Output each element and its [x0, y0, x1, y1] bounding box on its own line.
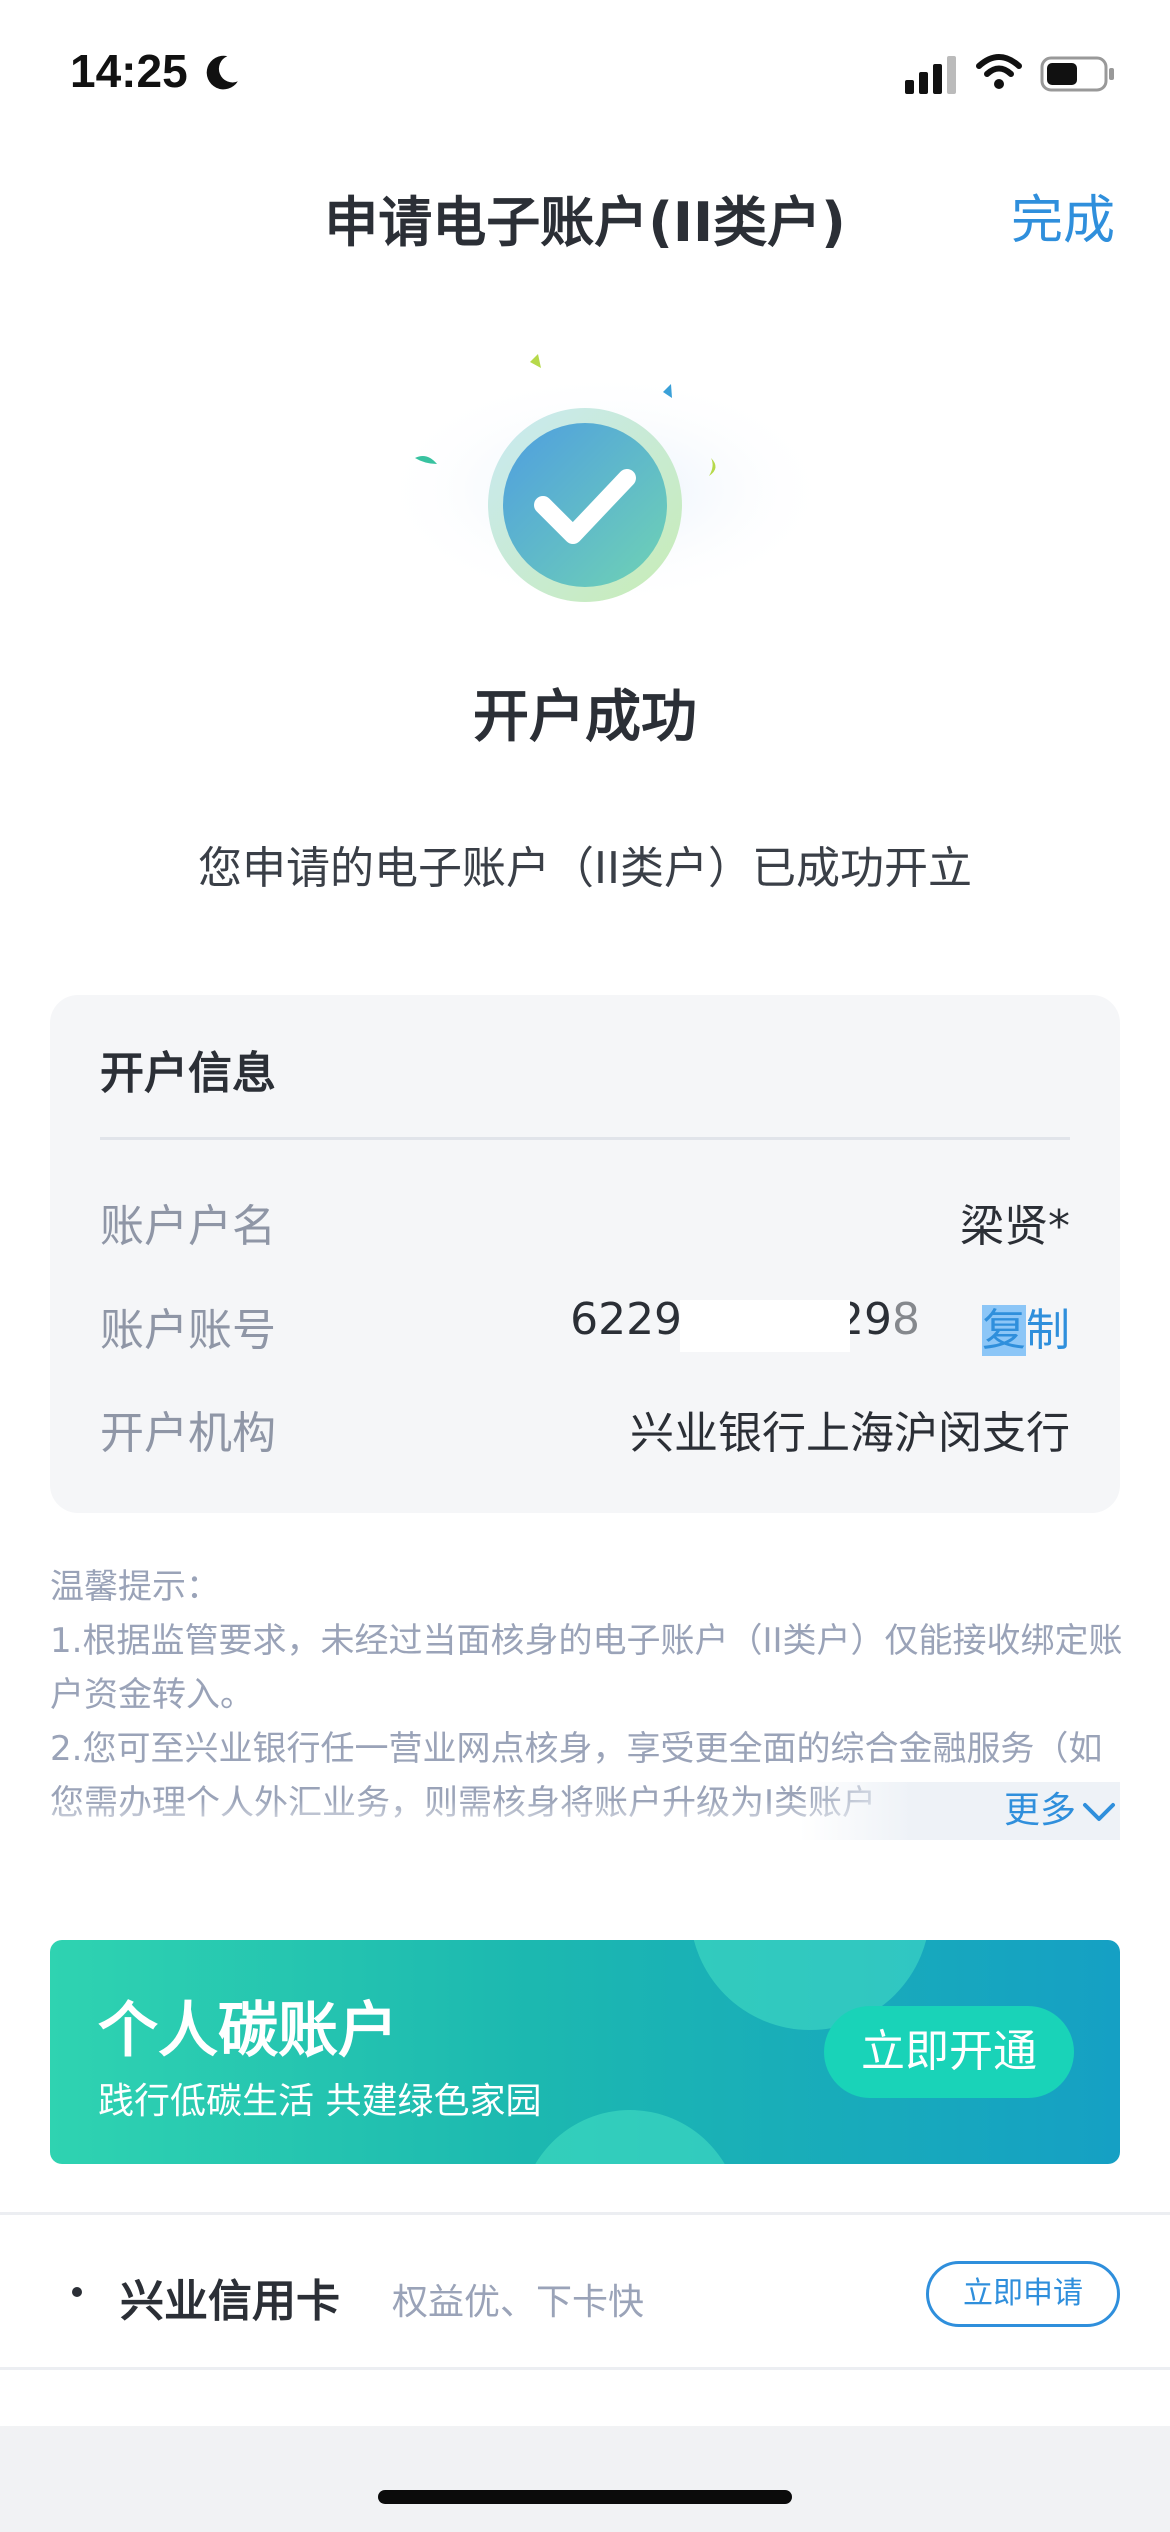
success-title: 开户成功	[473, 685, 697, 750]
branch-value: 兴业银行上海沪闵支行	[630, 1408, 1070, 1459]
success-check-icon	[375, 354, 835, 610]
account-name-label: 账户户名	[100, 1201, 276, 1252]
branch-label: 开户机构	[100, 1408, 276, 1459]
page-title: 申请电子账户(II类户)	[324, 191, 846, 254]
credit-card-description: 权益优、下卡快	[392, 2282, 645, 2323]
signal-icon	[905, 56, 956, 94]
info-row-branch: 开户机构 兴业银行上海沪闵支行	[100, 1397, 1070, 1459]
info-row-name: 账户户名 梁贤*	[100, 1190, 1070, 1252]
success-subtitle: 您申请的电子账户（II类户）已成功开立	[198, 843, 972, 894]
decorative-bubble	[520, 2110, 740, 2164]
status-bar: 14:25	[0, 0, 1170, 140]
apply-now-button[interactable]: 立即申请	[926, 2261, 1120, 2327]
moon-icon	[206, 55, 238, 90]
banner-subtitle: 践行低碳生活 共建绿色家园	[98, 2081, 542, 2122]
chevron-down-icon	[1083, 1803, 1115, 1821]
redaction-mask	[680, 1300, 850, 1352]
copy-button[interactable]: 复制	[982, 1294, 1070, 1358]
done-button[interactable]: 完成	[1011, 178, 1115, 253]
bullet-dot	[72, 2287, 82, 2297]
more-label: 更多	[1003, 1790, 1076, 1831]
open-now-button[interactable]: 立即开通	[824, 2006, 1074, 2098]
credit-card-title: 兴业信用卡	[120, 2276, 340, 2327]
tips-heading: 温馨提示：	[50, 1567, 220, 1607]
wifi-icon	[976, 54, 1022, 89]
info-row-number: 账户账号 622908 213298 复制	[100, 1294, 1070, 1356]
credit-card-section: 兴业信用卡 权益优、下卡快 立即申请	[0, 2212, 1170, 2370]
battery-icon	[1040, 56, 1114, 92]
account-info-card: 开户信息 账户户名 梁贤* 账户账号 622908 213298 复制 开户机构…	[50, 995, 1120, 1513]
account-name-value: 梁贤*	[960, 1201, 1070, 1252]
home-indicator[interactable]	[378, 2490, 792, 2504]
bottom-area	[0, 2426, 1170, 2532]
account-number-label: 账户账号	[100, 1305, 276, 1356]
banner-title: 个人碳账户	[98, 1996, 398, 2066]
carbon-account-banner[interactable]: 个人碳账户 践行低碳生活 共建绿色家园 立即开通	[50, 1940, 1120, 2164]
more-button[interactable]: 更多	[800, 1782, 1120, 1840]
status-time: 14:25	[70, 45, 188, 97]
tips-line: 1.根据监管要求，未经过当面核身的电子账户（II类户）仅能接收绑定账户资金转入。	[50, 1621, 1123, 1715]
account-info-title: 开户信息	[100, 1048, 276, 1099]
divider	[100, 1137, 1070, 1140]
